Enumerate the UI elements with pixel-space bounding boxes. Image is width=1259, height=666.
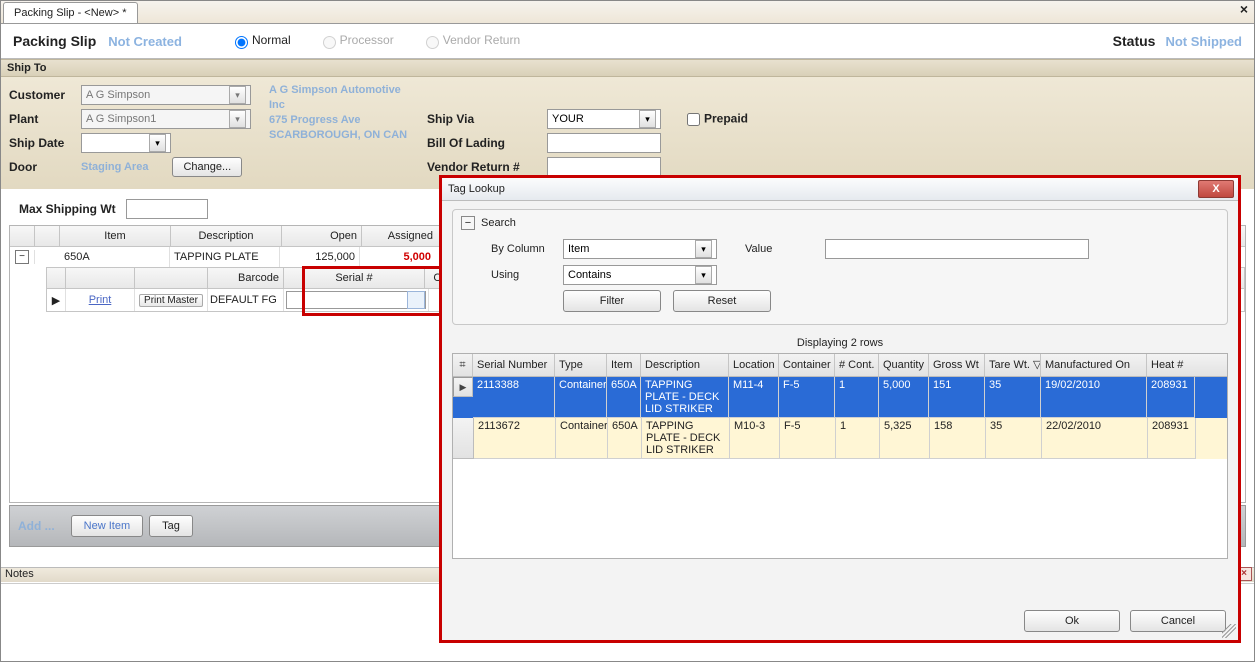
- value-label: Value: [745, 243, 817, 255]
- search-panel: − Search By Column Item▾ Value Using Con…: [452, 209, 1228, 325]
- change-button[interactable]: Change...: [172, 157, 242, 177]
- staging-area-link[interactable]: Staging Area: [81, 161, 148, 173]
- tab-bar: Packing Slip - <New> * ×: [1, 1, 1254, 24]
- value-input[interactable]: [825, 239, 1089, 259]
- chevron-down-icon: ▾: [695, 240, 712, 258]
- shipvia-label: Ship Via: [427, 112, 547, 126]
- header: Packing Slip Not Created Normal Processo…: [1, 24, 1254, 59]
- cancel-button[interactable]: Cancel: [1130, 610, 1226, 632]
- bycolumn-select[interactable]: Item▾: [563, 239, 717, 259]
- cell-barcode: DEFAULT FG: [208, 289, 284, 311]
- type-radio-group: Normal Processor Vendor Return: [230, 33, 544, 49]
- print-master-button[interactable]: Print Master: [139, 294, 203, 307]
- address-name: A G Simpson Automotive Inc: [269, 83, 419, 113]
- vendor-return-input[interactable]: [547, 157, 661, 177]
- col-item[interactable]: Item: [607, 354, 641, 376]
- shipto-panel: Customer A G Simpson▾ Plant A G Simpson1…: [1, 77, 1254, 189]
- search-label: Search: [481, 217, 516, 229]
- tag-lookup-dialog: Tag Lookup X − Search By Column Item▾ Va…: [439, 175, 1241, 643]
- dialog-title: Tag Lookup: [448, 183, 505, 195]
- col-barcode[interactable]: Barcode: [208, 268, 284, 288]
- col-tare-wt[interactable]: Tare Wt. ▽: [985, 354, 1041, 376]
- plant-label: Plant: [9, 112, 81, 126]
- shipto-bar: Ship To: [1, 59, 1254, 77]
- chevron-down-icon: ▾: [229, 86, 246, 104]
- using-label: Using: [491, 269, 563, 281]
- col-num-cont[interactable]: # Cont.: [835, 354, 879, 376]
- col-location[interactable]: Location: [729, 354, 779, 376]
- col-open[interactable]: Open: [282, 226, 362, 246]
- shipdate-picker[interactable]: ▾: [81, 133, 171, 153]
- lookup-icon[interactable]: [407, 291, 425, 309]
- print-link[interactable]: Print: [89, 294, 112, 306]
- address-street: 675 Progress Ave: [269, 113, 419, 128]
- tab-packing-slip[interactable]: Packing Slip - <New> *: [3, 2, 138, 23]
- collapse-icon[interactable]: −: [461, 216, 475, 230]
- col-heat[interactable]: Heat #: [1147, 354, 1195, 376]
- col-item[interactable]: Item: [60, 226, 171, 246]
- chevron-down-icon: ▾: [229, 110, 246, 128]
- max-shipping-wt-label: Max Shipping Wt: [19, 202, 116, 216]
- cell-description: TAPPING PLATE: [170, 247, 280, 267]
- reset-button[interactable]: Reset: [673, 290, 771, 312]
- prepaid-checkbox[interactable]: Prepaid: [683, 110, 748, 129]
- cell-assigned: 5,000: [360, 247, 440, 267]
- chevron-down-icon: ▾: [639, 110, 656, 128]
- col-container[interactable]: Container: [779, 354, 835, 376]
- cell-item: 650A: [60, 247, 170, 267]
- radio-vendor-return[interactable]: Vendor Return: [421, 33, 520, 47]
- bycolumn-label: By Column: [491, 243, 563, 255]
- address-city: SCARBOROUGH, ON CAN: [269, 128, 419, 143]
- ok-button[interactable]: Ok: [1024, 610, 1120, 632]
- status-not-created: Not Created: [108, 34, 182, 49]
- results-row[interactable]: 2113388 Container 650A TAPPING PLATE - D…: [453, 377, 1227, 418]
- page-title: Packing Slip: [13, 33, 96, 49]
- customer-label: Customer: [9, 88, 81, 102]
- radio-normal[interactable]: Normal: [230, 33, 291, 47]
- add-link[interactable]: Add ...: [18, 519, 55, 533]
- dialog-close-button[interactable]: X: [1198, 180, 1234, 198]
- customer-select[interactable]: A G Simpson▾: [81, 85, 251, 105]
- shipvia-select[interactable]: YOUR▾: [547, 109, 661, 129]
- plant-select[interactable]: A G Simpson1▾: [81, 109, 251, 129]
- max-shipping-wt-input[interactable]: [126, 199, 208, 219]
- row-selector-icon[interactable]: [453, 377, 473, 397]
- using-select[interactable]: Contains▾: [563, 265, 717, 285]
- col-manufactured-on[interactable]: Manufactured On: [1041, 354, 1147, 376]
- cell-open: 125,000: [280, 247, 360, 267]
- col-serial-number[interactable]: Serial Number: [473, 354, 555, 376]
- rowcount-label: Displaying 2 rows: [442, 337, 1238, 349]
- results-grid: ⌗ Serial Number Type Item Description Lo…: [452, 353, 1228, 559]
- status-label: Status: [1113, 33, 1156, 49]
- radio-processor[interactable]: Processor: [318, 33, 394, 47]
- col-quantity[interactable]: Quantity: [879, 354, 929, 376]
- expand-icon[interactable]: −: [15, 250, 29, 264]
- dialog-titlebar[interactable]: Tag Lookup X: [442, 178, 1238, 201]
- results-row[interactable]: 2113672 Container 650A TAPPING PLATE - D…: [453, 418, 1227, 459]
- chevron-down-icon: ▾: [149, 134, 166, 152]
- resize-grip-icon[interactable]: [1222, 624, 1236, 638]
- bol-label: Bill Of Lading: [427, 136, 547, 150]
- col-description[interactable]: Description: [641, 354, 729, 376]
- col-assigned[interactable]: Assigned: [362, 226, 442, 246]
- close-icon[interactable]: ×: [1240, 1, 1248, 17]
- tag-button[interactable]: Tag: [149, 515, 193, 537]
- status-value: Not Shipped: [1165, 34, 1242, 49]
- bol-input[interactable]: [547, 133, 661, 153]
- new-item-button[interactable]: New Item: [71, 515, 143, 537]
- vendor-return-label: Vendor Return #: [427, 160, 547, 174]
- door-label: Door: [9, 160, 81, 174]
- filter-button[interactable]: Filter: [563, 290, 661, 312]
- col-serial[interactable]: Serial #: [284, 268, 425, 288]
- col-description[interactable]: Description: [171, 226, 282, 246]
- col-gross-wt[interactable]: Gross Wt: [929, 354, 985, 376]
- row-selector-icon[interactable]: [453, 418, 474, 459]
- chevron-down-icon: ▾: [695, 266, 712, 284]
- grid-corner[interactable]: ⌗: [453, 354, 473, 376]
- serial-lookup-input[interactable]: [286, 291, 426, 309]
- col-type[interactable]: Type: [555, 354, 607, 376]
- shipdate-label: Ship Date: [9, 136, 81, 150]
